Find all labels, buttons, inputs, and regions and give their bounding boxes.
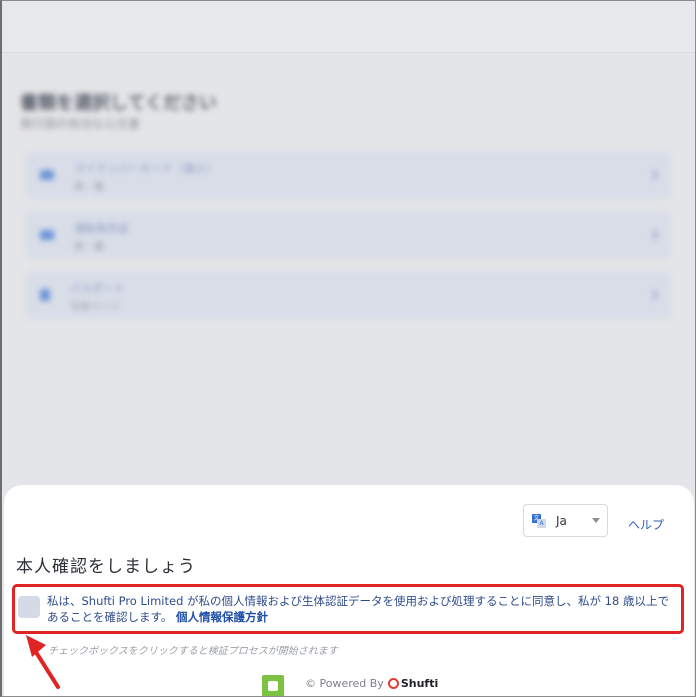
caret-down-icon — [592, 518, 600, 523]
consent-bottom-sheet: 文 A Ja ヘルプ 本人確認をしましょう 私は、Shufti Pro Limi… — [4, 485, 694, 696]
document-option-sub: 表・裏 — [74, 182, 104, 193]
background-title: 書類を選択してください — [20, 93, 217, 114]
language-value: Ja — [556, 513, 567, 528]
powered-by-text: © Powered By — [305, 677, 384, 690]
background-header — [2, 1, 695, 53]
powered-by: © Powered By Shufti — [305, 677, 438, 690]
chevron-right-icon — [647, 169, 659, 181]
footer: © Powered By Shufti — [4, 673, 694, 696]
document-option-title: マイナンバーカード（個人） — [74, 162, 217, 175]
consent-highlight-box: 私は、Shufti Pro Limited が私の個人情報および生体認証データを… — [12, 584, 684, 634]
consent-text: 私は、Shufti Pro Limited が私の個人情報および生体認証データを… — [47, 594, 669, 624]
background-content: 書類を選択してください 発行国の有効な公文書 マイナンバーカード（個人） 表・裏… — [2, 53, 695, 319]
brand-name: Shufti — [400, 677, 439, 690]
page-title: 本人確認をしましょう — [16, 557, 196, 577]
background-subtitle: 発行国の有効な公文書 — [20, 117, 141, 131]
document-option-sub: 写真ページ — [70, 302, 120, 313]
consent-checkbox[interactable] — [18, 596, 40, 618]
translate-icon: 文 A — [532, 513, 546, 528]
document-option-sub: 表・裏 — [74, 242, 104, 253]
document-option-title: 運転免許証 — [74, 222, 129, 235]
language-select[interactable]: 文 A Ja — [523, 504, 608, 537]
translate-icon-glyph-b: A — [537, 518, 546, 528]
window-frame: 書類を選択してください 発行国の有効な公文書 マイナンバーカード（個人） 表・裏… — [0, 0, 696, 697]
document-option-title: パスポート — [70, 282, 125, 295]
document-option: パスポート 写真ページ — [26, 271, 671, 319]
license-icon — [40, 230, 54, 240]
privacy-policy-link[interactable]: 個人情報保護方針 — [176, 610, 268, 624]
document-option: マイナンバーカード（個人） 表・裏 — [26, 151, 671, 199]
shufti-logo-icon — [387, 678, 399, 689]
checkbox-hint: チェックボックスをクリックすると検証プロセスが開始されます — [48, 646, 338, 657]
id-card-icon — [40, 170, 54, 180]
annotation-arrow-icon — [26, 635, 60, 689]
chevron-right-icon — [647, 289, 659, 301]
chevron-right-icon — [647, 229, 659, 241]
document-list: マイナンバーカード（個人） 表・裏 運転免許証 表・裏 パスポート 写真ページ — [20, 151, 677, 319]
passport-icon — [40, 289, 50, 301]
document-option: 運転免許証 表・裏 — [26, 211, 671, 259]
help-link[interactable]: ヘルプ — [628, 516, 664, 533]
app-badge-icon — [262, 675, 284, 696]
consent-text-block: 私は、Shufti Pro Limited が私の個人情報および生体認証データを… — [47, 593, 679, 625]
